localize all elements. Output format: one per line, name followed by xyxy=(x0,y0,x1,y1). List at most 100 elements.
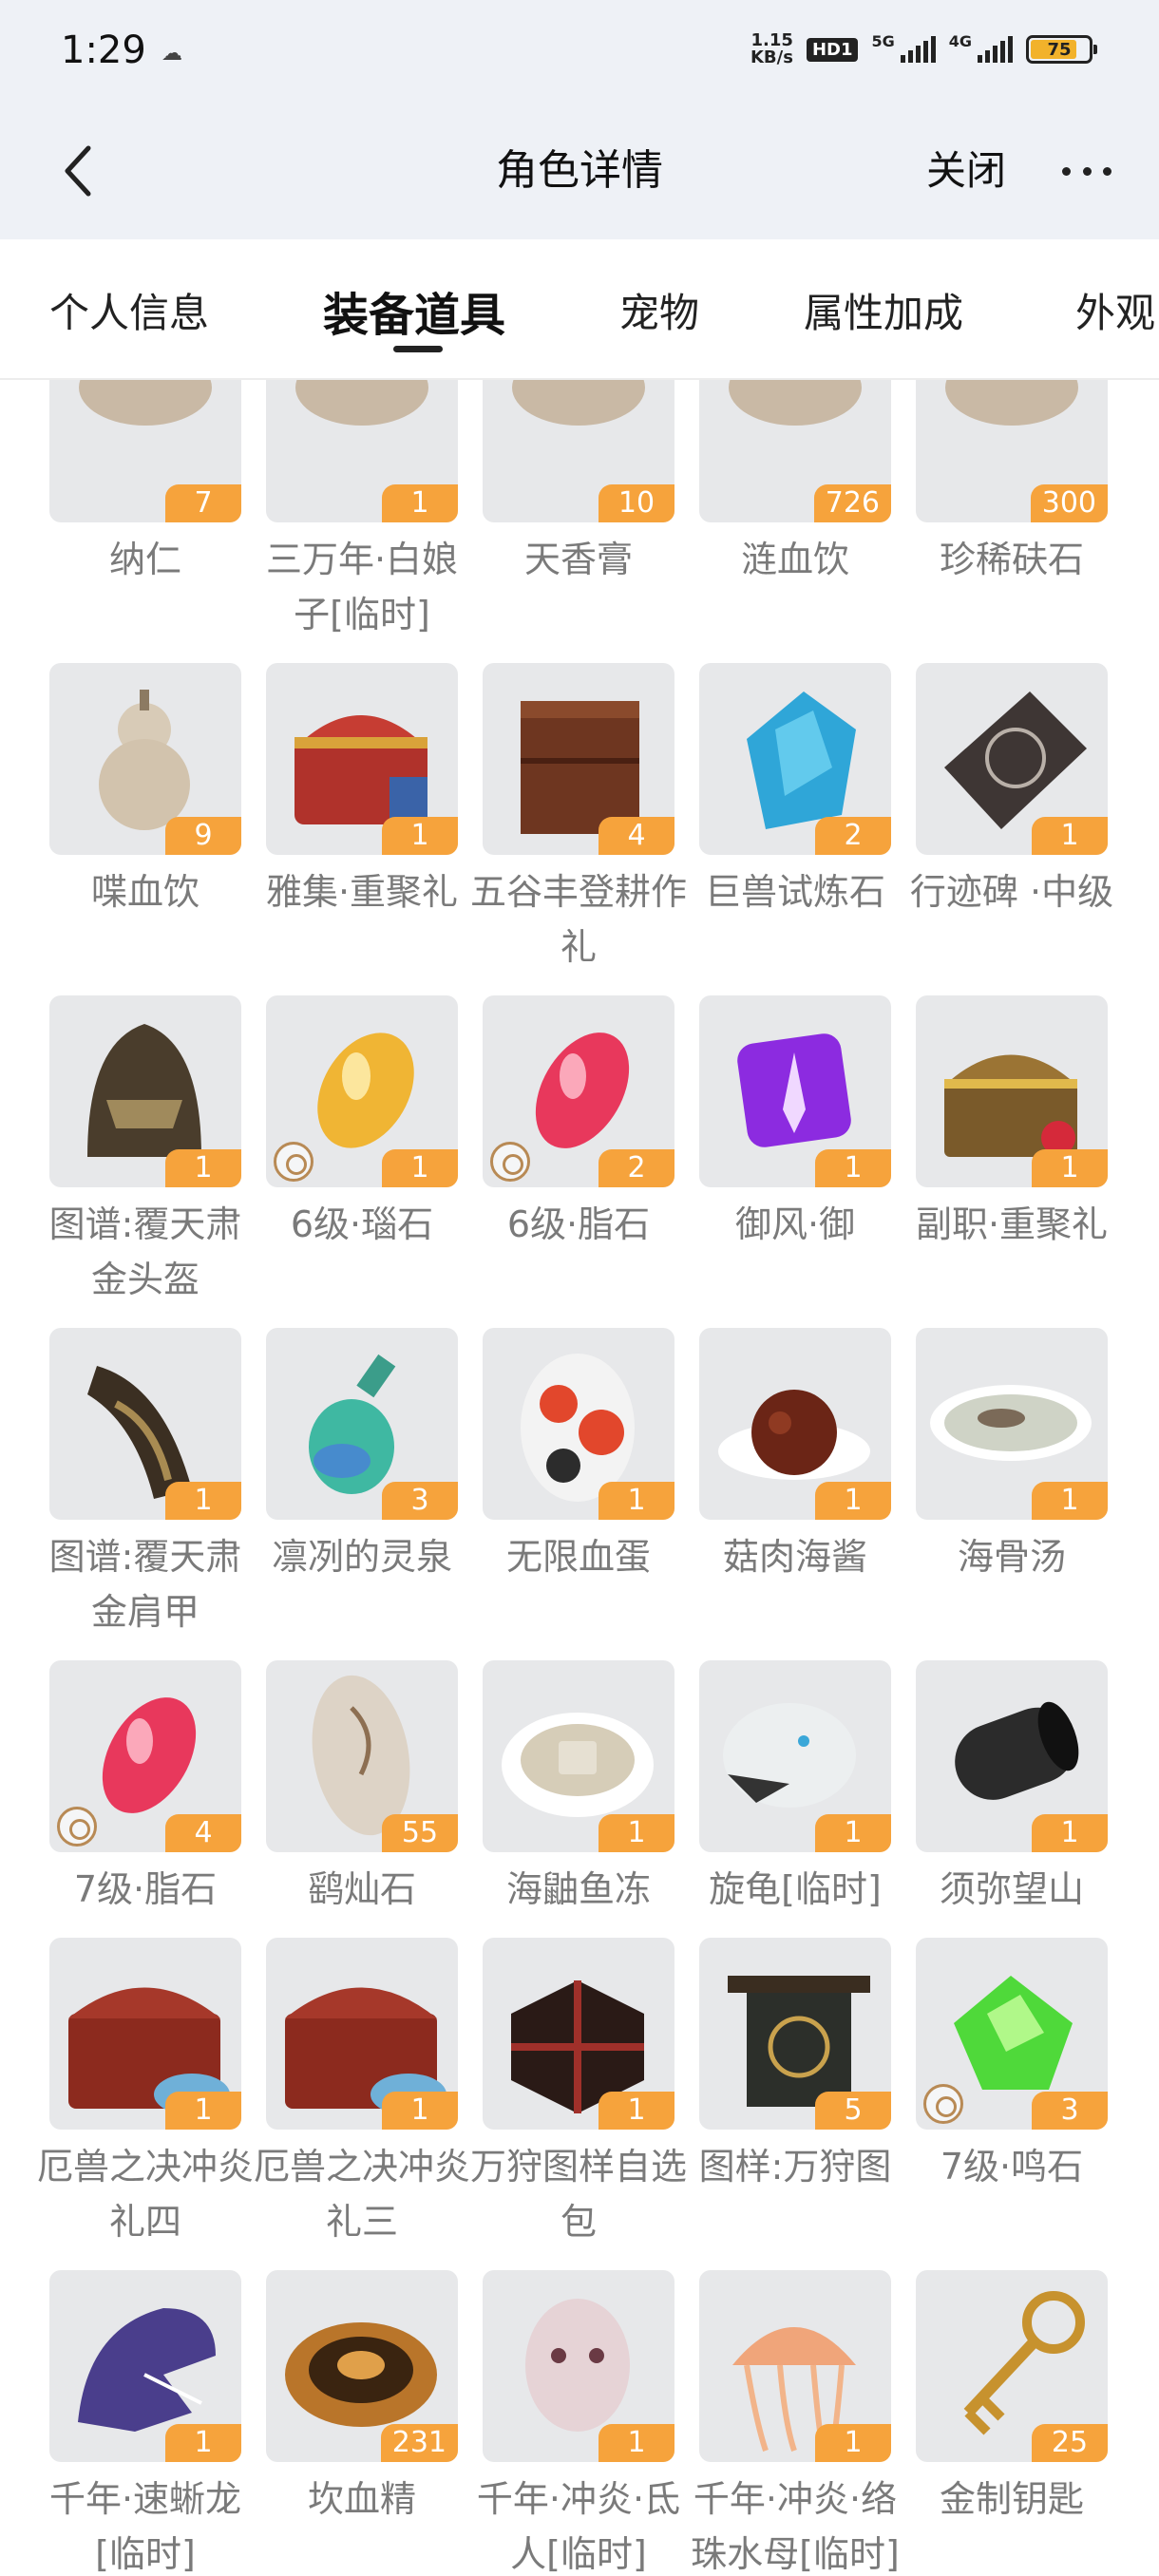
item-tile[interactable]: 1 xyxy=(266,663,458,855)
more-options-button[interactable] xyxy=(1062,133,1112,209)
item-name: 千年·冲炎·络珠水母[临时] xyxy=(691,2478,900,2575)
item-count-badge: 1 xyxy=(815,1482,891,1520)
tab-bar: 个人信息 装备道具 宠物 属性加成 外观 xyxy=(0,239,1159,380)
item-name: 无限血蛋 xyxy=(505,1536,651,1578)
item-tile[interactable]: 726 xyxy=(699,380,891,522)
item-cell[interactable]: 1 厄兽之决冲炎礼四 xyxy=(37,1938,254,2249)
item-cell[interactable]: 1 千年·冲炎·络珠水母[临时] xyxy=(691,2270,900,2576)
item-cell[interactable]: 25 金制钥匙 xyxy=(916,2270,1108,2576)
close-button[interactable]: 关闭 xyxy=(926,133,1006,209)
item-cell[interactable]: 1 海鼬鱼冻 xyxy=(483,1660,674,1917)
item-cell[interactable]: 5 图样:万狩图 xyxy=(699,1938,891,2249)
item-tile[interactable]: 25 xyxy=(916,2270,1108,2462)
item-tile[interactable]: 1 xyxy=(916,1660,1108,1852)
item-tile[interactable]: 1 xyxy=(483,1938,674,2130)
item-name: 千年·冲炎·氐人[临时] xyxy=(476,2478,681,2575)
item-tile[interactable]: 1 xyxy=(49,2270,241,2462)
item-name: 雅集·重聚礼 xyxy=(265,871,459,913)
item-cell[interactable]: 1 厄兽之决冲炎礼三 xyxy=(254,1938,470,2249)
item-cell[interactable]: 1 雅集·重聚礼 xyxy=(266,663,458,975)
item-cell[interactable]: 3 7级·鸣石 xyxy=(916,1938,1108,2249)
tab-attribute-bonus[interactable]: 属性加成 xyxy=(804,281,963,339)
item-cell[interactable]: 1 三万年·白娘子[临时] xyxy=(266,380,458,642)
item-name: 菇肉海酱 xyxy=(722,1536,867,1578)
item-count-badge: 1 xyxy=(1032,1149,1108,1187)
item-count-badge: 1 xyxy=(165,1149,241,1187)
item-tile[interactable]: 1 xyxy=(699,2270,891,2462)
item-tile[interactable]: 2 xyxy=(699,663,891,855)
item-tile[interactable]: 1 xyxy=(483,1660,674,1852)
item-name: 7级·鸣石 xyxy=(940,2146,1084,2188)
item-cell[interactable]: 1 千年·冲炎·氐人[临时] xyxy=(477,2270,680,2576)
item-tile[interactable]: 1 xyxy=(699,995,891,1187)
item-tile[interactable]: 4 xyxy=(483,663,674,855)
item-cell[interactable]: 1 千年·速蜥龙[临时] xyxy=(49,2270,241,2576)
tab-personal-info[interactable]: 个人信息 xyxy=(49,281,209,339)
item-cell[interactable]: 1 6级·瑙石 xyxy=(266,995,458,1307)
item-cell[interactable]: 1 旋龟[临时] xyxy=(699,1660,891,1917)
network-speed-unit: KB/s xyxy=(750,47,793,67)
item-cell[interactable]: 1 图谱:覆天肃金肩甲 xyxy=(49,1328,241,1639)
battery-percent: 75 xyxy=(1047,39,1072,60)
item-cell[interactable]: 231 坎血精 xyxy=(266,2270,458,2576)
item-tile[interactable]: 1 xyxy=(266,995,458,1187)
item-name: 行迹碑 ·中级 xyxy=(909,871,1114,913)
item-tile[interactable]: 1 xyxy=(916,663,1108,855)
item-cell[interactable]: 4 五谷丰登耕作礼 xyxy=(470,663,687,975)
item-tile[interactable]: 1 xyxy=(49,995,241,1187)
item-count-badge: 1 xyxy=(165,2092,241,2130)
item-cell[interactable]: 1 图谱:覆天肃金头盔 xyxy=(49,995,241,1307)
item-name: 6级·瑙石 xyxy=(290,1203,434,1245)
item-tile[interactable]: 5 xyxy=(699,1938,891,2130)
item-cell[interactable]: 1 万狩图样自选包 xyxy=(470,1938,687,2249)
item-tile[interactable]: 9 xyxy=(49,663,241,855)
item-cell[interactable]: 1 须弥望山 xyxy=(916,1660,1108,1917)
item-cell[interactable]: 1 行迹碑 ·中级 xyxy=(910,663,1113,975)
item-cell[interactable]: 1 海骨汤 xyxy=(916,1328,1108,1639)
item-count-badge: 1 xyxy=(382,2092,458,2130)
tab-pets[interactable]: 宠物 xyxy=(619,281,699,339)
item-cell[interactable]: 7 纳仁 xyxy=(49,380,241,642)
item-tile[interactable]: 1 xyxy=(49,1328,241,1520)
tab-appearance[interactable]: 外观 xyxy=(1075,281,1155,339)
item-tile[interactable]: 300 xyxy=(916,380,1108,522)
item-cell[interactable]: 1 御风·御 xyxy=(699,995,891,1307)
item-tile[interactable]: 3 xyxy=(266,1328,458,1520)
dot xyxy=(1082,166,1092,176)
item-cell[interactable]: 9 喋血饮 xyxy=(49,663,241,975)
item-cell[interactable]: 1 无限血蛋 xyxy=(483,1328,674,1639)
item-cell[interactable]: 300 珍稀砆石 xyxy=(916,380,1108,642)
item-tile[interactable]: 55 xyxy=(266,1660,458,1852)
item-tile[interactable]: 1 xyxy=(916,995,1108,1187)
item-tile[interactable]: 4 xyxy=(49,1660,241,1852)
item-cell[interactable]: 2 6级·脂石 xyxy=(483,995,674,1307)
item-tile[interactable]: 1 xyxy=(483,1328,674,1520)
item-tile[interactable]: 2 xyxy=(483,995,674,1187)
item-tile[interactable]: 10 xyxy=(483,380,674,522)
item-tile[interactable]: 1 xyxy=(483,2270,674,2462)
item-cell[interactable]: 3 凛冽的灵泉 xyxy=(266,1328,458,1639)
item-tile[interactable]: 1 xyxy=(699,1660,891,1852)
item-cell[interactable]: 1 副职·重聚礼 xyxy=(916,995,1108,1307)
tab-equipment-items[interactable]: 装备道具 xyxy=(323,277,505,344)
item-tile[interactable]: 1 xyxy=(699,1328,891,1520)
item-name: 御风·御 xyxy=(734,1203,856,1245)
item-cell[interactable]: 55 鹞灿石 xyxy=(266,1660,458,1917)
item-tile[interactable]: 1 xyxy=(266,380,458,522)
item-grid-viewport[interactable]: 7 纳仁 1 三万年·白娘子[临时] 10 天香膏 726 涟血饮 300 珍稀砆石 9 喋血饮 1 雅集… xyxy=(0,380,1159,2576)
item-tile[interactable]: 231 xyxy=(266,2270,458,2462)
item-count-badge: 231 xyxy=(380,2424,458,2462)
item-cell[interactable]: 10 天香膏 xyxy=(483,380,674,642)
item-name: 厄兽之决冲炎礼三 xyxy=(254,2146,471,2243)
item-count-badge: 1 xyxy=(815,2424,891,2462)
item-cell[interactable]: 726 涟血饮 xyxy=(699,380,891,642)
item-tile[interactable]: 1 xyxy=(916,1328,1108,1520)
item-cell[interactable]: 2 巨兽试炼石 xyxy=(699,663,891,975)
dot xyxy=(1062,166,1071,176)
item-tile[interactable]: 1 xyxy=(49,1938,241,2130)
item-tile[interactable]: 1 xyxy=(266,1938,458,2130)
item-tile[interactable]: 7 xyxy=(49,380,241,522)
item-tile[interactable]: 3 xyxy=(916,1938,1108,2130)
item-cell[interactable]: 1 菇肉海酱 xyxy=(699,1328,891,1639)
item-cell[interactable]: 4 7级·脂石 xyxy=(49,1660,241,1917)
